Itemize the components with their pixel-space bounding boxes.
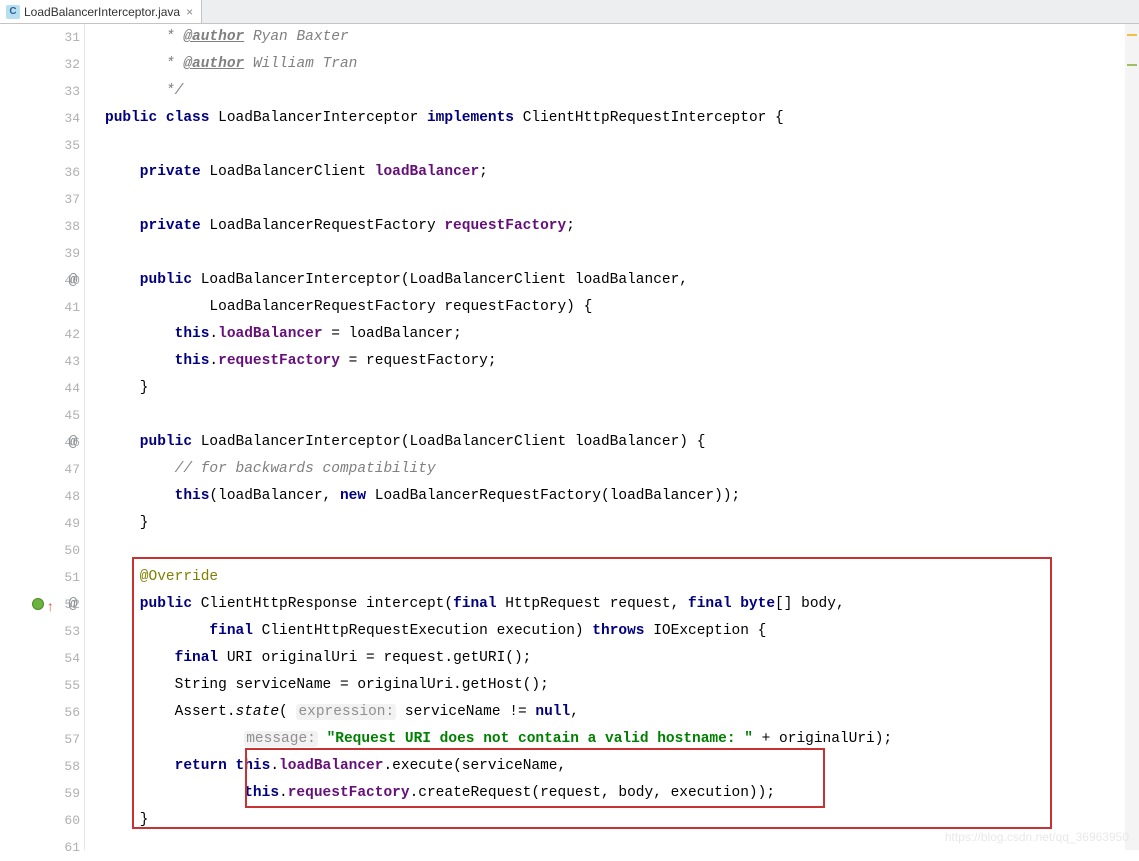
gutter-line-58[interactable]: 58 bbox=[0, 753, 80, 780]
code-line[interactable]: */ bbox=[105, 78, 1139, 105]
class-file-icon: C bbox=[6, 5, 20, 19]
gutter-line-55[interactable]: 55 bbox=[0, 672, 80, 699]
code-line[interactable]: this.requestFactory.createRequest(reques… bbox=[105, 780, 1139, 807]
code-line[interactable] bbox=[105, 537, 1139, 564]
gutter-line-32[interactable]: 32 bbox=[0, 51, 80, 78]
gutter-line-60[interactable]: 60 bbox=[0, 807, 80, 834]
gutter-line-59[interactable]: 59 bbox=[0, 780, 80, 807]
code-line[interactable]: * @author Ryan Baxter bbox=[105, 24, 1139, 51]
code-line[interactable]: message: "Request URI does not contain a… bbox=[105, 726, 1139, 753]
editor-tab[interactable]: C LoadBalancerInterceptor.java × bbox=[0, 0, 202, 23]
code-line[interactable] bbox=[105, 240, 1139, 267]
code-line[interactable] bbox=[105, 132, 1139, 159]
code-line[interactable]: public ClientHttpResponse intercept(fina… bbox=[105, 591, 1139, 618]
gutter-line-37[interactable]: 37 bbox=[0, 186, 80, 213]
code-line[interactable]: // for backwards compatibility bbox=[105, 456, 1139, 483]
gutter-line-52[interactable]: 52@↑ bbox=[0, 591, 80, 618]
override-gutter-icon[interactable]: @ bbox=[62, 429, 84, 456]
code-line[interactable]: public class LoadBalancerInterceptor imp… bbox=[105, 105, 1139, 132]
code-line[interactable]: this.requestFactory = requestFactory; bbox=[105, 348, 1139, 375]
gutter-line-46[interactable]: 46@ bbox=[0, 429, 80, 456]
code-line[interactable]: private LoadBalancerClient loadBalancer; bbox=[105, 159, 1139, 186]
gutter-line-61[interactable]: 61 bbox=[0, 834, 80, 861]
code-line[interactable]: } bbox=[105, 510, 1139, 537]
gutter-line-54[interactable]: 54 bbox=[0, 645, 80, 672]
code-line[interactable]: final ClientHttpRequestExecution executi… bbox=[105, 618, 1139, 645]
gutter-line-39[interactable]: 39 bbox=[0, 240, 80, 267]
gutter-line-31[interactable]: 31 bbox=[0, 24, 80, 51]
tab-bar: C LoadBalancerInterceptor.java × bbox=[0, 0, 1139, 24]
code-area[interactable]: * @author Ryan Baxter * @author William … bbox=[85, 24, 1139, 850]
close-icon[interactable]: × bbox=[184, 5, 195, 19]
gutter-line-33[interactable]: 33 bbox=[0, 78, 80, 105]
code-line[interactable]: LoadBalancerRequestFactory requestFactor… bbox=[105, 294, 1139, 321]
gutter-line-53[interactable]: 53 bbox=[0, 618, 80, 645]
gutter-line-41[interactable]: 41 bbox=[0, 294, 80, 321]
override-gutter-icon[interactable]: @ bbox=[62, 267, 84, 294]
gutter-line-43[interactable]: 43 bbox=[0, 348, 80, 375]
editor-area: 31323334353637383940@414243444546@474849… bbox=[0, 24, 1139, 850]
code-line[interactable]: this.loadBalancer = loadBalancer; bbox=[105, 321, 1139, 348]
scrollbar-vertical[interactable] bbox=[1125, 24, 1139, 850]
gutter-line-45[interactable]: 45 bbox=[0, 402, 80, 429]
code-line[interactable]: Assert.state( expression: serviceName !=… bbox=[105, 699, 1139, 726]
gutter-line-47[interactable]: 47 bbox=[0, 456, 80, 483]
code-line[interactable]: public LoadBalancerInterceptor(LoadBalan… bbox=[105, 267, 1139, 294]
code-line[interactable] bbox=[105, 402, 1139, 429]
error-stripe-mark[interactable] bbox=[1127, 34, 1137, 36]
code-line[interactable]: String serviceName = originalUri.getHost… bbox=[105, 672, 1139, 699]
code-line[interactable]: @Override bbox=[105, 564, 1139, 591]
gutter-line-38[interactable]: 38 bbox=[0, 213, 80, 240]
code-line[interactable]: this(loadBalancer, new LoadBalancerReque… bbox=[105, 483, 1139, 510]
gutter-line-36[interactable]: 36 bbox=[0, 159, 80, 186]
gutter-line-50[interactable]: 50 bbox=[0, 537, 80, 564]
tab-filename: LoadBalancerInterceptor.java bbox=[24, 5, 180, 19]
gutter-line-48[interactable]: 48 bbox=[0, 483, 80, 510]
gutter-line-49[interactable]: 49 bbox=[0, 510, 80, 537]
gutter-line-40[interactable]: 40@ bbox=[0, 267, 80, 294]
gutter-line-56[interactable]: 56 bbox=[0, 699, 80, 726]
gutter-line-57[interactable]: 57 bbox=[0, 726, 80, 753]
watermark-text: https://blog.csdn.net/qq_36963950 bbox=[945, 830, 1129, 844]
code-line[interactable]: * @author William Tran bbox=[105, 51, 1139, 78]
code-line[interactable]: } bbox=[105, 375, 1139, 402]
gutter-line-44[interactable]: 44 bbox=[0, 375, 80, 402]
gutter-line-51[interactable]: 51 bbox=[0, 564, 80, 591]
gutter-line-35[interactable]: 35 bbox=[0, 132, 80, 159]
code-line[interactable]: return this.loadBalancer.execute(service… bbox=[105, 753, 1139, 780]
error-stripe-mark[interactable] bbox=[1127, 64, 1137, 66]
gutter-line-34[interactable]: 34 bbox=[0, 105, 80, 132]
code-line[interactable]: private LoadBalancerRequestFactory reque… bbox=[105, 213, 1139, 240]
run-gutter-icon[interactable] bbox=[32, 598, 44, 610]
override-gutter-icon[interactable]: @ bbox=[62, 591, 84, 618]
gutter-line-42[interactable]: 42 bbox=[0, 321, 80, 348]
code-line[interactable]: final URI originalUri = request.getURI()… bbox=[105, 645, 1139, 672]
gutter: 31323334353637383940@414243444546@474849… bbox=[0, 24, 85, 850]
code-line[interactable]: public LoadBalancerInterceptor(LoadBalan… bbox=[105, 429, 1139, 456]
code-line[interactable] bbox=[105, 186, 1139, 213]
